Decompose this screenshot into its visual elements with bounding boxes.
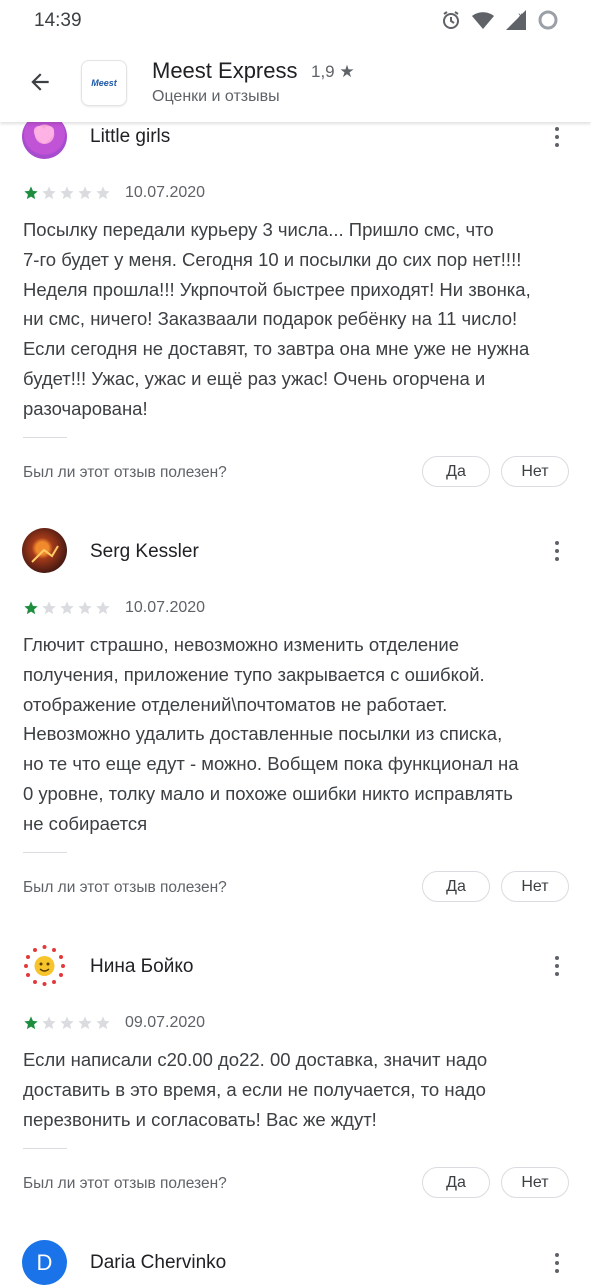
reviewer-name: Daria Chervinko xyxy=(90,1252,227,1273)
app-bar: Meest Meest Express 1,9 ★ Оценки и отзыв… xyxy=(0,44,591,122)
avatar[interactable] xyxy=(22,943,67,988)
divider xyxy=(23,852,67,853)
star-icon xyxy=(78,186,92,200)
review-text: Посылку передали курьеру 3 числа... Приш… xyxy=(23,219,531,419)
star-icon xyxy=(96,1016,110,1030)
back-button[interactable] xyxy=(20,64,60,104)
status-bar: 14:39 x xyxy=(0,0,591,44)
helpful-no-button[interactable]: Нет xyxy=(501,1167,569,1198)
page-subtitle: Оценки и отзывы xyxy=(152,88,280,105)
status-icons: x xyxy=(441,9,559,36)
review-date: 09.07.2020 xyxy=(125,1014,206,1031)
review-text: Глючит страшно, невозможно изменить отде… xyxy=(23,634,519,834)
signal-icon: x xyxy=(505,9,527,36)
app-logo: Meest xyxy=(91,78,117,88)
wifi-icon xyxy=(471,10,495,35)
helpful-question: Был ли этот отзыв полезен? xyxy=(23,1175,227,1192)
star-icon xyxy=(60,186,74,200)
avatar[interactable]: D xyxy=(22,1240,67,1285)
star-icon xyxy=(42,186,56,200)
more-options-icon[interactable] xyxy=(546,536,568,566)
arrow-back-icon xyxy=(27,69,53,100)
app-rating: 1,9 ★ xyxy=(311,62,355,81)
battery-icon xyxy=(537,9,559,36)
divider xyxy=(23,1148,67,1149)
helpful-question: Был ли этот отзыв полезен? xyxy=(23,879,227,896)
reviewer-name: Нина Бойко xyxy=(90,956,194,977)
star-rating xyxy=(23,185,111,201)
star-icon xyxy=(60,1016,74,1030)
more-options-icon[interactable] xyxy=(546,122,568,152)
helpful-no-button[interactable]: Нет xyxy=(501,456,569,487)
star-rating xyxy=(23,1015,111,1031)
helpful-question: Был ли этот отзыв полезен? xyxy=(23,464,227,481)
avatar-letter: D xyxy=(36,1249,53,1275)
avatar[interactable] xyxy=(22,528,67,573)
star-icon xyxy=(24,186,38,200)
app-title: Meest Express xyxy=(152,58,298,83)
helpful-yes-button[interactable]: Да xyxy=(422,1167,490,1198)
reviewer-name: Little girls xyxy=(90,126,171,147)
star-icon xyxy=(60,601,74,615)
more-options-icon[interactable] xyxy=(546,1248,568,1278)
reviewer-name: Serg Kessler xyxy=(90,541,199,562)
star-icon xyxy=(96,601,110,615)
helpful-yes-button[interactable]: Да xyxy=(422,456,490,487)
star-icon xyxy=(78,1016,92,1030)
svg-text:x: x xyxy=(518,11,523,20)
star-icon xyxy=(42,1016,56,1030)
star-rating xyxy=(23,600,111,616)
star-icon xyxy=(24,601,38,615)
status-time: 14:39 xyxy=(34,10,82,31)
alarm-icon xyxy=(441,10,461,35)
helpful-no-button[interactable]: Нет xyxy=(501,871,569,902)
star-icon xyxy=(24,1016,38,1030)
helpful-yes-button[interactable]: Да xyxy=(422,871,490,902)
review-date: 10.07.2020 xyxy=(125,599,206,616)
star-icon xyxy=(42,601,56,615)
star-icon xyxy=(96,186,110,200)
review-date: 10.07.2020 xyxy=(125,184,206,201)
divider xyxy=(23,437,67,438)
review-text: Если написали с20.00 до22. 00 доставка, … xyxy=(23,1049,488,1130)
star-icon xyxy=(78,601,92,615)
app-icon[interactable]: Meest xyxy=(81,60,127,106)
more-options-icon[interactable] xyxy=(546,951,568,981)
